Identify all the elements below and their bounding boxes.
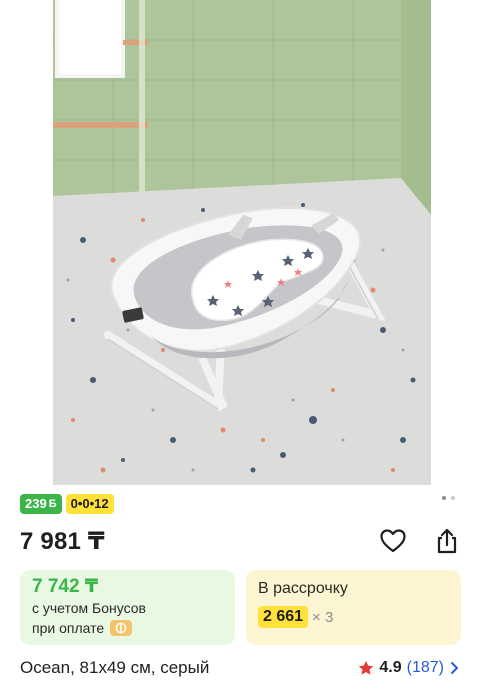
chevron-right-icon[interactable] [449, 661, 461, 675]
bonus-payment-label: при оплате [32, 620, 105, 636]
bonus-payment-row: при оплате [32, 618, 223, 638]
favorite-button[interactable] [379, 527, 407, 555]
installment-badge: 0•0•12 [65, 494, 114, 514]
installment-multiplier: × 3 [312, 608, 334, 626]
bonus-badge: 239 Б [20, 494, 62, 514]
share-button[interactable] [433, 527, 461, 555]
rating[interactable]: 4.9 (187) [358, 659, 461, 677]
share-icon [437, 528, 457, 554]
product-price: 7 981 ₸ [20, 528, 105, 555]
bonus-price: 7 742 ₸ [32, 576, 99, 597]
carousel-dots[interactable] [442, 496, 455, 500]
product-actions [379, 527, 461, 555]
product-image[interactable] [53, 0, 431, 485]
carousel-dot-active[interactable] [442, 496, 446, 500]
bonus-icon: Б [48, 498, 57, 510]
review-count[interactable]: (187) [407, 659, 444, 677]
badges: 239 Б 0•0•12 [20, 494, 114, 514]
product-title-row: Ocean, 81x49 см, серый 4.9 (187) [20, 658, 461, 678]
bonus-price-card[interactable]: 7 742 ₸ с учетом Бонусов при оплате [20, 570, 235, 645]
star-icon [359, 661, 374, 675]
bonus-badge-value: 239 [25, 496, 47, 511]
installment-amount: 2 661 [258, 606, 309, 628]
rating-value: 4.9 [379, 659, 402, 676]
bonus-note: с учетом Бонусов [32, 600, 146, 616]
carousel-dot[interactable] [451, 496, 455, 500]
installment-title: В рассрочку [258, 580, 348, 597]
installment-row: 2 661 × 3 [258, 606, 449, 628]
fund-icon [110, 620, 133, 636]
installment-card[interactable]: В рассрочку 2 661 × 3 [246, 570, 461, 645]
heart-icon [380, 529, 406, 553]
product-title: Ocean, 81x49 см, серый [20, 658, 210, 677]
